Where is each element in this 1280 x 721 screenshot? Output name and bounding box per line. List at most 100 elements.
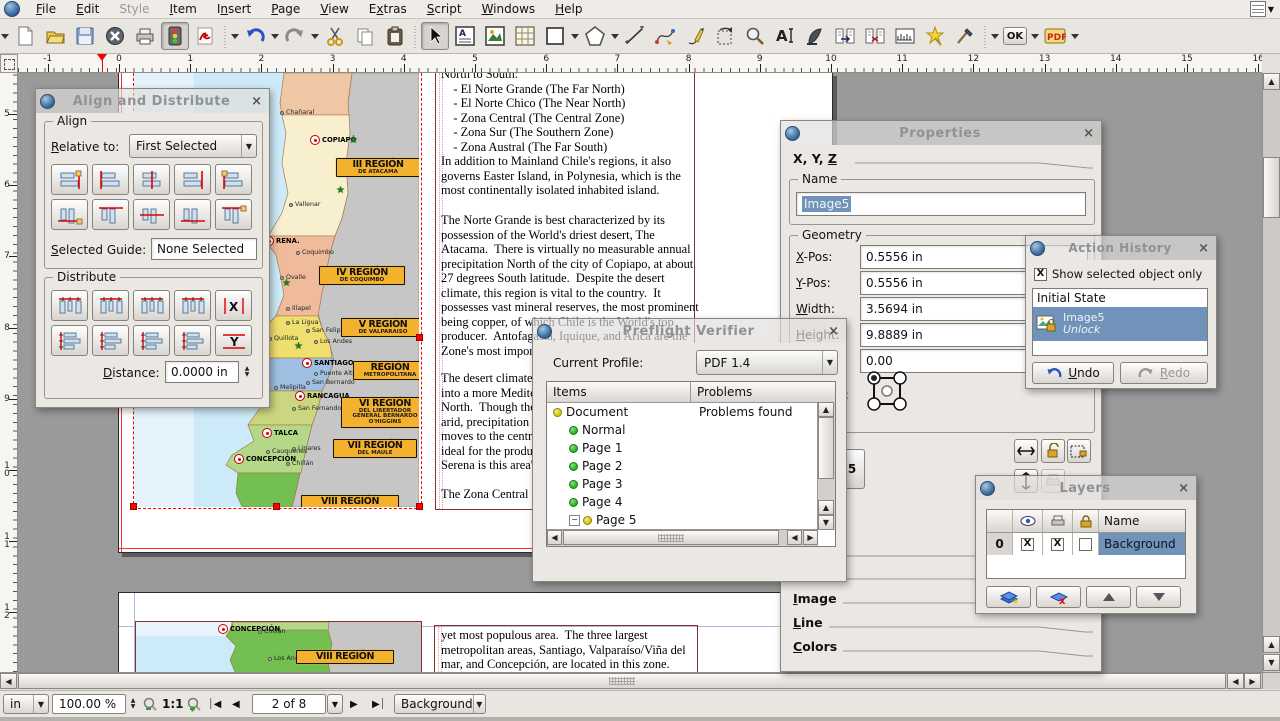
pdf-text-field-button[interactable]: PDF (1041, 22, 1069, 50)
window-list-icon[interactable] (1250, 1, 1266, 17)
tree-scroll-up[interactable]: ▲ (818, 402, 834, 417)
redo-button[interactable] (281, 22, 309, 50)
story-editor-button[interactable] (801, 22, 829, 50)
preflight-tree-row[interactable]: −Page 5 (547, 511, 835, 529)
insert-polygon-button[interactable] (581, 22, 609, 50)
dropdown-chevron-icon[interactable] (1030, 23, 1040, 49)
align-top-bottom-button-3[interactable] (133, 199, 170, 230)
history-list[interactable]: Initial State Image5 Unlock (1032, 288, 1208, 356)
preflight-tree-row[interactable]: DocumentProblems found (547, 403, 835, 421)
lock-size-button[interactable] (1067, 439, 1091, 463)
horizontal-scroll-thumb[interactable] (18, 673, 1226, 689)
new-document-button[interactable] (11, 22, 39, 50)
dropdown-chevron-icon[interactable] (610, 23, 620, 49)
dropdown-chevron-icon[interactable] (310, 23, 320, 49)
copy-button[interactable] (351, 22, 379, 50)
align-top-bottom-button-4[interactable] (174, 199, 211, 230)
select-tool-button[interactable] (421, 22, 449, 50)
menu-item[interactable]: Item (159, 0, 206, 18)
zoom-1-1-button[interactable]: 1:1 (162, 694, 184, 714)
open-document-button[interactable] (41, 22, 69, 50)
align-left-right-button-1[interactable] (51, 164, 88, 195)
unlink-text-frames-button[interactable] (861, 22, 889, 50)
distribute-horizontal-button-4[interactable] (174, 290, 211, 321)
undo-button[interactable] (241, 22, 269, 50)
export-pdf-button[interactable] (191, 22, 219, 50)
page-select-chevron[interactable]: ▼ (327, 694, 343, 714)
insert-image-frame-button[interactable] (481, 22, 509, 50)
menu-extras[interactable]: Extras (359, 0, 417, 18)
vertical-scroll-thumb[interactable] (1263, 157, 1280, 218)
close-icon[interactable]: × (248, 94, 265, 109)
copy-properties-button[interactable] (921, 22, 949, 50)
toolbar-overflow-icon[interactable] (990, 23, 1000, 49)
layer-visible-checkbox[interactable]: X (1021, 538, 1034, 551)
preflight-tree-row[interactable]: Page 2 (547, 457, 835, 475)
horizontal-ruler[interactable]: -1012345678910111213141516 (18, 54, 1262, 73)
close-icon[interactable]: × (825, 324, 842, 339)
align-top-bottom-button-2[interactable] (92, 199, 129, 230)
insert-freehand-button[interactable] (681, 22, 709, 50)
lower-layer-button[interactable] (1136, 586, 1181, 608)
profile-select[interactable]: PDF 1.4▼ (696, 350, 838, 375)
scroll-left-button[interactable]: ◀ (0, 673, 17, 689)
distribute-horizontal-button-2[interactable] (92, 290, 129, 321)
distribute-horizontal-button-3[interactable] (133, 290, 170, 321)
insert-shape-button[interactable] (541, 22, 569, 50)
palette-titlebar[interactable]: Layers × (976, 476, 1196, 500)
flip-horizontal-button[interactable] (1014, 439, 1038, 463)
basepoint-selector[interactable] (864, 368, 910, 414)
last-page-button[interactable]: ▶⏐ (372, 694, 385, 714)
edit-contents-button[interactable]: A (771, 22, 799, 50)
scroll-right-button[interactable]: ▶ (1244, 673, 1261, 689)
menu-view[interactable]: View (310, 0, 358, 18)
horizontal-scrollbar[interactable]: ◀ ◀ ▶ (0, 672, 1262, 689)
eye-dropper-button[interactable] (951, 22, 979, 50)
layer-select[interactable]: Background▼ (394, 694, 486, 714)
save-document-button[interactable] (71, 22, 99, 50)
tab-xyz[interactable]: X, Y, Z (789, 151, 1093, 169)
items-column-header[interactable]: Items (547, 382, 691, 402)
measurements-button[interactable] (891, 22, 919, 50)
selection-handle[interactable] (273, 503, 280, 510)
zoom-tool-button[interactable] (741, 22, 769, 50)
selection-handle[interactable] (130, 503, 137, 510)
redo-button[interactable]: Redo (1120, 362, 1208, 384)
delete-layer-button[interactable]: x (1036, 586, 1081, 608)
menu-file[interactable]: File (26, 0, 66, 18)
preflight-verifier-button[interactable] (161, 22, 189, 50)
dropdown-chevron-icon[interactable] (570, 23, 580, 49)
dropdown-chevron-icon[interactable] (1070, 23, 1080, 49)
layer-lock-checkbox[interactable] (1079, 538, 1092, 551)
insert-text-frame-button[interactable]: A (451, 22, 479, 50)
distribute-vertical-button-4[interactable] (174, 325, 211, 356)
print-document-button[interactable] (131, 22, 159, 50)
distribute-horizontal-button-5[interactable]: X (215, 290, 252, 321)
layer-print-checkbox[interactable]: X (1051, 538, 1064, 551)
next-page-button[interactable]: ▶ (350, 694, 358, 714)
tab-colors[interactable]: Colors (789, 639, 1093, 657)
toolbar-overflow-icon[interactable] (230, 23, 240, 49)
tree-scroll-left[interactable]: ◀ (547, 530, 562, 545)
name-input[interactable]: Image5 (796, 192, 1086, 216)
zoom-out-icon[interactable] (142, 694, 158, 714)
history-item[interactable]: Initial State (1033, 289, 1207, 307)
scroll-up-button[interactable]: ▲ (1263, 73, 1280, 90)
close-icon[interactable]: × (1080, 126, 1097, 141)
palette-titlebar[interactable]: Preflight Verifier × (533, 319, 846, 343)
insert-bezier-button[interactable] (651, 22, 679, 50)
distribute-vertical-button-1[interactable] (51, 325, 88, 356)
close-icon[interactable]: × (1175, 481, 1192, 496)
zoom-spinner[interactable]: ▲▼ (127, 694, 139, 714)
distance-spinner[interactable]: ▲▼ (241, 361, 253, 383)
align-left-right-button-3[interactable] (133, 164, 170, 195)
menu-insert[interactable]: Insert (207, 0, 261, 18)
close-icon[interactable]: × (1195, 241, 1212, 256)
distance-input[interactable]: 0.0000 in (165, 361, 239, 383)
palette-titlebar[interactable]: Properties × (781, 121, 1101, 145)
tree-scroll-down[interactable]: ▼ (818, 515, 834, 530)
tree-vscroll-thumb[interactable] (818, 417, 834, 479)
layer-name[interactable]: Background (1099, 533, 1185, 555)
prev-page-button[interactable]: ◀ (232, 694, 240, 714)
undo-button[interactable]: Undo (1032, 362, 1114, 384)
